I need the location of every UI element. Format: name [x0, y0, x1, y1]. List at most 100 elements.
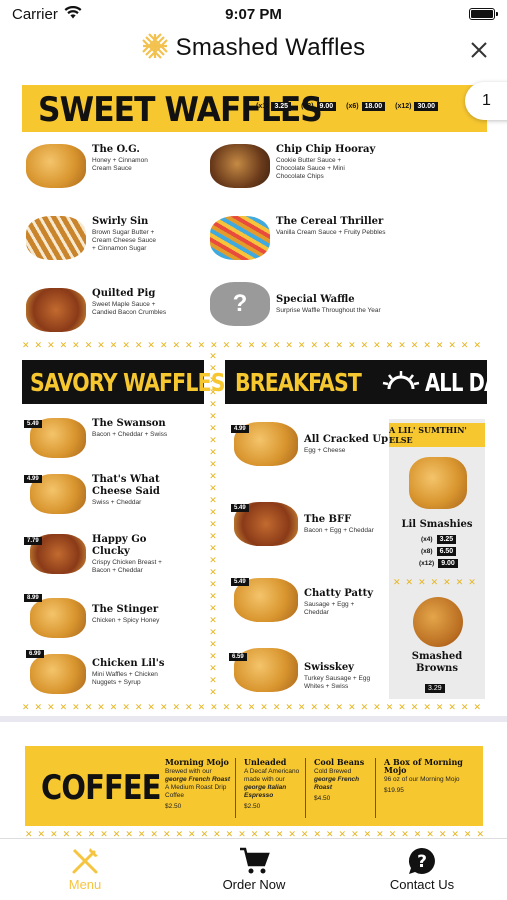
item-name: All Cracked Up: [304, 434, 389, 445]
menu-item-swisskey: Swisskey Turkey Sausage + Egg Whites + Sw…: [234, 648, 379, 692]
coffee-desc: Cold Brewed: [314, 768, 352, 775]
item-desc: Egg + Cheese: [304, 447, 346, 454]
menu-item-bff: The BFF Bacon + Egg + Cheddar: [234, 502, 374, 546]
savory-waffles-banner: SAVORY WAFFLES: [22, 360, 226, 404]
question-cloud-icon: ?: [210, 282, 270, 326]
coffee-title: COFFEE: [41, 768, 161, 808]
price-badge: 5.49: [231, 504, 249, 512]
item-name: That's What Cheese Said: [92, 474, 160, 497]
price-badge: 7.79: [24, 537, 42, 545]
decorative-divider-vertical: ✕ ✕ ✕ ✕ ✕ ✕ ✕ ✕ ✕ ✕ ✕ ✕ ✕ ✕ ✕ ✕ ✕ ✕ ✕ ✕ ✕ ✕ ✕ ✕ ✕ ✕ ✕ ✕ ✕: [209, 351, 217, 697]
cart-icon: [238, 845, 270, 877]
coffee-roast: george French Roast: [165, 776, 231, 783]
item-desc: Vanilla Cream Sauce + Fruity Pebbles: [276, 229, 386, 236]
coffee-item-cool-beans: Cool Beans Cold Brewed george French Roa…: [314, 758, 372, 803]
coffee-name: Cool Beans: [314, 757, 365, 767]
coffee-desc: A Medium Roast Drip Coffee: [165, 784, 227, 799]
item-desc: Bacon + Egg + Cheddar: [304, 527, 374, 534]
menu-item-quilted-pig: Quilted Pig Sweet Maple Sauce + Candied B…: [26, 288, 172, 332]
page-number: 1: [482, 92, 491, 109]
menu-item-cereal-thriller: The Cereal Thriller Vanilla Cream Sauce +…: [210, 216, 386, 260]
waffle-photo: [30, 654, 86, 694]
menu-item-stinger: The Stinger Chicken + Spicy Honey: [30, 598, 159, 638]
waffle-photo: [210, 144, 270, 188]
coffee-roast: george Italian Espresso: [244, 784, 287, 799]
coffee-roast: george French Roast: [314, 776, 360, 791]
coffee-banner: COFFEE Morning Mojo Brewed with our geor…: [25, 746, 483, 826]
menu-item-swanson: The Swanson Bacon + Cheddar + Swiss: [30, 418, 167, 458]
waffle-photo: [26, 144, 86, 188]
menu-item-chatty-patty: Chatty Patty Sausage + Egg + Cheddar: [234, 578, 374, 622]
item-desc: Bacon + Cheddar + Swiss: [92, 431, 168, 438]
question-icon: ?: [407, 845, 437, 877]
coffee-item-box-of-mojo: A Box of Morning Mojo 96 oz of our Morni…: [384, 758, 480, 795]
item-name: The BFF: [304, 514, 352, 525]
menu-item-chicken-lils: Chicken Lil's Mini Waffles + Chicken Nugg…: [30, 654, 172, 694]
coffee-price: $19.95: [384, 787, 404, 794]
item-desc: Mini Waffles + Chicken Nuggets + Syrup: [92, 671, 158, 686]
breakfast-title: BREAKFAST: [235, 367, 362, 397]
coffee-desc: Brewed with our: [165, 768, 212, 775]
waffle-photo: [26, 216, 86, 260]
item-name: The Cereal Thriller: [276, 216, 384, 227]
price-badge: 4.99: [231, 425, 249, 433]
item-name: Swirly Sin: [92, 216, 149, 227]
item-name: Chicken Lil's: [92, 658, 165, 669]
coffee-item-unleaded: Unleaded A Decaf Americano made with our…: [244, 758, 302, 811]
item-desc: Crispy Chicken Breast + Bacon + Cheddar: [92, 559, 162, 574]
status-bar: Carrier 9:07 PM: [0, 0, 507, 28]
sweet-price-6: (x6) 18.00: [346, 102, 386, 111]
decorative-divider: ✕✕✕✕✕✕✕✕✕✕✕✕✕✕✕✕✕✕✕✕✕✕✕✕✕✕✕✕✕✕✕✕✕✕✕✕✕✕✕: [22, 702, 487, 712]
tab-order-now[interactable]: Order Now: [194, 845, 314, 892]
sweet-price-1: (x1) 3.25: [256, 102, 292, 111]
sunrise-icon: [381, 368, 421, 397]
close-button[interactable]: [469, 36, 489, 67]
tab-label: Menu: [68, 877, 102, 892]
menu-item-happy-go-clucky: Happy Go Clucky Crispy Chicken Breast + B…: [30, 534, 172, 575]
item-desc: Honey + Cinnamon Cream Sauce: [92, 157, 148, 172]
coffee-name: A Box of Morning Mojo: [384, 757, 463, 775]
svg-text:?: ?: [417, 852, 427, 872]
smashed-browns-price: 3.29: [425, 677, 445, 695]
item-name: The Swanson: [92, 418, 166, 429]
fork-knife-icon: [70, 845, 100, 877]
item-desc: Sausage + Egg + Cheddar: [304, 601, 355, 616]
lil-price-row: (x8) 6.50: [421, 547, 457, 556]
menu-item-thats-what-cheese-said: That's What Cheese Said Swiss + Cheddar: [30, 474, 162, 514]
menu-item-og: The O.G. Honey + Cinnamon Cream Sauce: [26, 144, 152, 188]
waffle-photo: [26, 288, 86, 332]
item-name: Quilted Pig: [92, 288, 156, 299]
smashed-browns-name: Smashed Browns: [411, 651, 463, 674]
lil-price-row: (x12) 9.00: [419, 559, 458, 568]
waffle-logo-icon: [141, 32, 168, 64]
decorative-divider: ✕✕✕✕✕✕✕✕✕✕✕✕✕✕✕✕✕✕✕✕✕✕✕✕✕✕✕✕✕✕✕✕✕✕✕✕✕✕✕: [22, 340, 487, 350]
item-desc: Surprise Waffle Throughout the Year: [276, 307, 381, 314]
tab-label: Order Now: [222, 877, 286, 892]
page-title: Smashed Waffles: [175, 34, 366, 61]
item-name: Chatty Patty: [304, 588, 374, 599]
tab-menu[interactable]: Menu: [25, 845, 145, 892]
savory-title: SAVORY WAFFLES: [30, 367, 226, 397]
sweet-price-3: (x3) 9.00: [301, 102, 337, 111]
price-badge: 4.99: [24, 475, 42, 483]
price-badge: 5.49: [231, 578, 249, 586]
carrier-label: Carrier: [12, 5, 58, 23]
smashed-browns-photo: [413, 597, 463, 647]
coffee-name: Morning Mojo: [165, 757, 229, 767]
menu-item-chip-chip: Chip Chip Hooray Cookie Butter Sauce + Ch…: [210, 144, 375, 188]
price-badge: 6.59: [229, 653, 247, 661]
item-desc: Turkey Sausage + Egg Whites + Swiss: [304, 675, 371, 690]
nav-header: Smashed Waffles: [0, 30, 507, 66]
coffee-desc: 96 oz of our Morning Mojo: [384, 776, 460, 783]
coffee-price: $2.50: [165, 803, 182, 810]
menu-item-swirly-sin: Swirly Sin Brown Sugar Butter + Cream Che…: [26, 216, 160, 260]
page-indicator-tab[interactable]: 1: [465, 82, 507, 120]
tab-contact-us[interactable]: ? Contact Us: [362, 845, 482, 892]
price-badge: 5.49: [24, 420, 42, 428]
item-desc: Swiss + Cheddar: [92, 499, 142, 506]
item-name: Swisskey: [304, 662, 354, 673]
coffee-name: Unleaded: [244, 757, 287, 767]
menu-board: SWEET WAFFLES (x1) 3.25 (x3) 9.00 (x6) 18.0…: [0, 82, 507, 712]
battery-icon: [469, 8, 498, 20]
lil-smashies-name: Lil Smashies: [401, 519, 473, 530]
